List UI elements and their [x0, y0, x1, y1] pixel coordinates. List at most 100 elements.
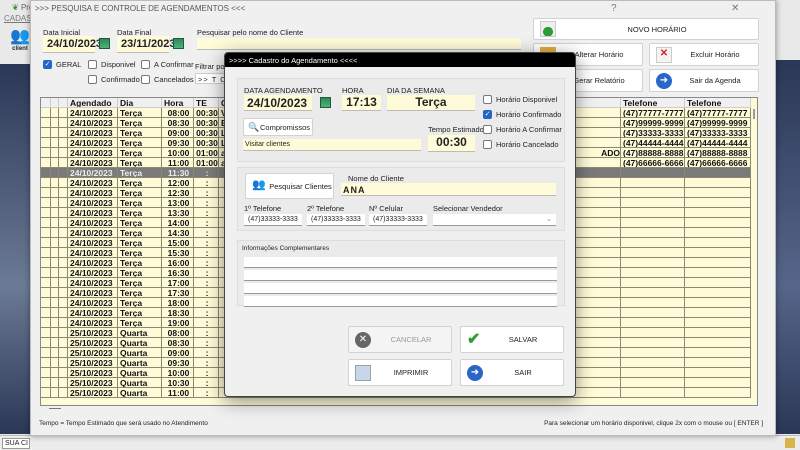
- table-cell: [685, 178, 751, 188]
- imprimir-label: IMPRIMIR: [393, 368, 429, 377]
- table-cell: [59, 328, 68, 338]
- salvar-label: SALVAR: [508, 335, 538, 344]
- table-cell: Quarta: [118, 328, 162, 338]
- compromissos-button[interactable]: 🔍 Compromissos: [243, 118, 313, 136]
- nome-cliente-input[interactable]: ANA: [341, 183, 556, 196]
- column-header[interactable]: Telefone: [621, 98, 685, 108]
- table-cell: [51, 208, 59, 218]
- info-line-2[interactable]: [244, 270, 557, 281]
- tel1-input[interactable]: (47)33333-3333: [244, 214, 302, 226]
- table-cell: [621, 298, 685, 308]
- geral-checkbox[interactable]: ✓ GERAL: [43, 60, 81, 69]
- column-header[interactable]: TE: [194, 98, 219, 108]
- table-cell: Quarta: [118, 388, 162, 398]
- a-confirmar-checkbox[interactable]: A Confirmar: [141, 60, 194, 69]
- pesquisar-clientes-button[interactable]: 👥 Pesquisar Clientes: [245, 173, 334, 199]
- checkbox-box: [483, 140, 492, 149]
- table-cell: [51, 328, 59, 338]
- tray-icon[interactable]: [785, 438, 795, 448]
- hora-input[interactable]: 17:13: [342, 95, 381, 111]
- table-cell: [621, 358, 685, 368]
- table-cell: 25/10/2023: [68, 338, 118, 348]
- table-cell: [59, 258, 68, 268]
- column-header[interactable]: [59, 98, 68, 108]
- confirmado-checkbox[interactable]: Confirmado: [88, 75, 140, 84]
- table-cell: (47)77777-7777: [621, 108, 685, 118]
- column-header[interactable]: Agendado: [68, 98, 118, 108]
- column-header[interactable]: [51, 98, 59, 108]
- table-cell: [685, 378, 751, 388]
- table-cell: (47)44444-4444: [621, 138, 685, 148]
- table-cell: [51, 138, 59, 148]
- info-line-1[interactable]: [244, 257, 557, 268]
- table-cell: 10:00: [162, 148, 194, 158]
- imprimir-button[interactable]: IMPRIMIR: [348, 359, 452, 386]
- table-cell: (47)77777-7777: [685, 108, 751, 118]
- close-button[interactable]: ✕: [731, 3, 739, 14]
- disponivel-checkbox[interactable]: Disponivel: [88, 60, 136, 69]
- table-cell: [51, 388, 59, 398]
- sair-button[interactable]: ➜ SAIR: [460, 359, 564, 386]
- tel2-input[interactable]: (47)33333-3333: [307, 214, 365, 226]
- info-line-3[interactable]: [244, 283, 557, 294]
- table-cell: 08:30: [162, 338, 194, 348]
- horario-status-checkbox[interactable]: Horário Disponivel: [483, 95, 562, 104]
- table-cell: [621, 288, 685, 298]
- descricao-input[interactable]: Visitar clientes: [243, 139, 421, 151]
- table-cell: 00:30: [194, 108, 219, 118]
- table-cell: Terça: [118, 168, 162, 178]
- a-confirmar-label: A Confirmar: [154, 60, 194, 69]
- table-cell: [41, 288, 51, 298]
- checkbox-box: [141, 60, 150, 69]
- calendar-icon[interactable]: [99, 38, 110, 49]
- clientes-label: client: [12, 46, 28, 52]
- search-input[interactable]: [197, 38, 521, 50]
- novo-horario-label: NOVO HORÁRIO: [627, 24, 687, 34]
- celular-input[interactable]: (47)33333-3333: [369, 214, 427, 226]
- table-cell: [685, 168, 751, 178]
- data-inicial-input[interactable]: 24/10/2023: [43, 36, 102, 53]
- table-cell: [41, 168, 51, 178]
- horario-status-checkbox[interactable]: Horário A Confirmar: [483, 125, 562, 134]
- grid-scrollbar[interactable]: [753, 109, 755, 119]
- table-cell: 24/10/2023: [68, 158, 118, 168]
- clientes-toolbar-button[interactable]: 👥 client: [8, 26, 32, 62]
- novo-horario-button[interactable]: NOVO HORÁRIO: [533, 18, 759, 40]
- table-cell: [59, 138, 68, 148]
- calendar-icon[interactable]: [320, 97, 331, 108]
- column-header[interactable]: Telefone: [685, 98, 751, 108]
- help-button[interactable]: ?: [611, 3, 617, 14]
- column-header[interactable]: Hora: [162, 98, 194, 108]
- data-final-input[interactable]: 23/11/2023: [117, 36, 175, 53]
- horario-status-checkbox[interactable]: Horário Cancelado: [483, 140, 562, 149]
- excluir-horario-button[interactable]: ✕ Excluir Horário: [649, 43, 759, 66]
- horario-status-checkbox[interactable]: ✓ Horário Confirmado: [483, 110, 562, 119]
- tempo-estimado-input[interactable]: 00:30: [428, 135, 475, 152]
- table-cell: :: [194, 288, 219, 298]
- table-cell: [41, 388, 51, 398]
- column-header[interactable]: Dia: [118, 98, 162, 108]
- table-cell: 24/10/2023: [68, 228, 118, 238]
- sair-agenda-button[interactable]: ➜ Sair da Agenda: [649, 69, 759, 92]
- salvar-button[interactable]: ✔ SALVAR: [460, 326, 564, 353]
- data-agendamento-input[interactable]: 24/10/2023: [244, 95, 312, 111]
- column-header[interactable]: [41, 98, 51, 108]
- table-cell: Terça: [118, 308, 162, 318]
- cancelar-button[interactable]: ✕ CANCELAR: [348, 326, 452, 353]
- info-line-4[interactable]: [244, 296, 557, 307]
- table-cell: 00:30: [194, 128, 219, 138]
- table-cell: 24/10/2023: [68, 208, 118, 218]
- checkbox-box: [88, 75, 97, 84]
- background-menu-cadastro[interactable]: CADAS: [4, 14, 32, 23]
- table-cell: 11:00: [162, 388, 194, 398]
- calendar-icon[interactable]: [173, 38, 184, 49]
- delete-document-icon: ✕: [656, 46, 672, 63]
- table-cell: [685, 208, 751, 218]
- vendedor-select[interactable]: ⌄: [433, 214, 556, 226]
- geral-label: GERAL: [56, 60, 82, 69]
- cancelados-checkbox[interactable]: Cancelados: [141, 75, 194, 84]
- table-cell: Terça: [118, 198, 162, 208]
- table-cell: [59, 248, 68, 258]
- table-cell: 24/10/2023: [68, 268, 118, 278]
- dia-semana-field: Terça: [387, 95, 475, 111]
